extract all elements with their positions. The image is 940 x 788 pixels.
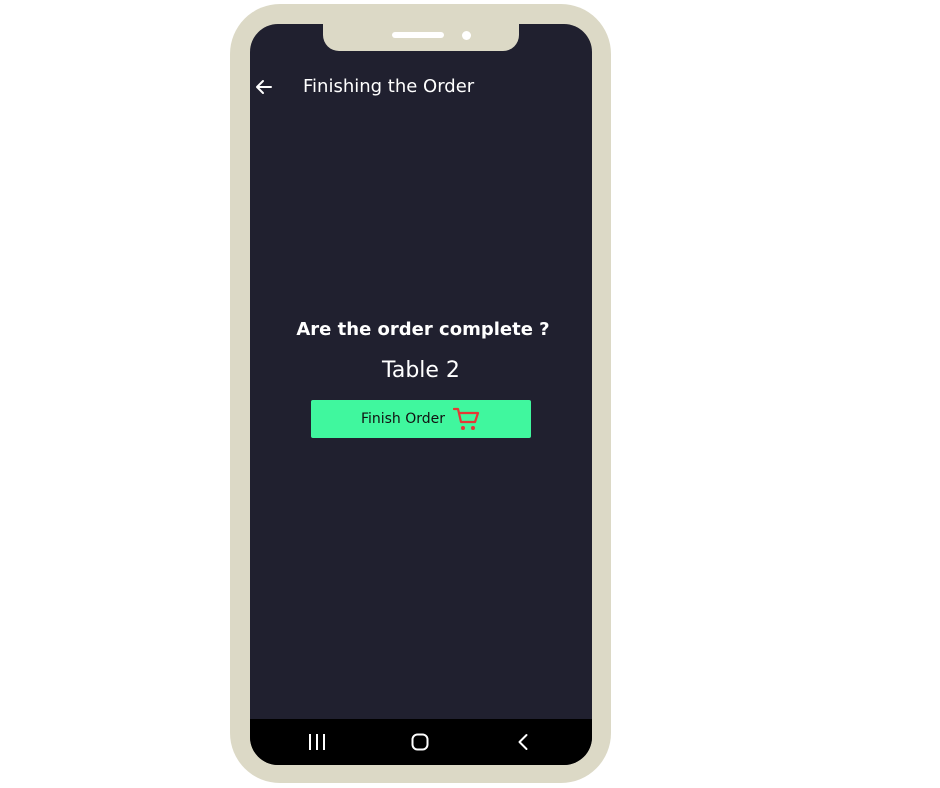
app-bar: Finishing the Order — [250, 70, 592, 106]
system-nav-bar — [250, 719, 592, 765]
phone-frame: Finishing the Order Are the order comple… — [230, 4, 611, 783]
home-button[interactable] — [408, 730, 432, 754]
recent-apps-button[interactable] — [305, 730, 329, 754]
home-icon — [411, 733, 429, 751]
arrow-left-icon — [256, 80, 272, 94]
recent-apps-icon — [309, 734, 325, 750]
phone-screen: Finishing the Order Are the order comple… — [250, 24, 592, 765]
finish-order-button[interactable]: Finish Order — [311, 400, 531, 438]
finish-order-label: Finish Order — [360, 411, 446, 427]
page-title: Finishing the Order — [303, 76, 475, 97]
back-chevron-icon — [518, 734, 528, 750]
shopping-cart-icon — [453, 407, 480, 430]
confirmation-question: Are the order complete ? — [296, 319, 550, 340]
front-camera — [462, 31, 471, 40]
back-button[interactable] — [251, 74, 277, 100]
table-label: Table 2 — [382, 358, 460, 383]
phone-notch — [323, 24, 519, 51]
system-back-button[interactable] — [512, 730, 536, 754]
speaker-grille — [392, 32, 444, 38]
